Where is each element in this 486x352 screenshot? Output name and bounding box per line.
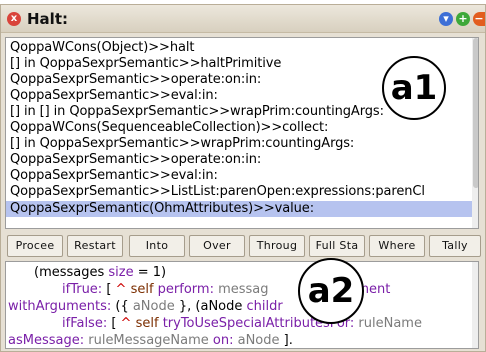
over-button[interactable]: Over [189,235,245,257]
code-token: ^ [120,316,132,331]
code-token: aNode [132,299,175,314]
window-title: Halt: [27,10,68,28]
code-token: self [126,282,158,297]
stack-item-selected[interactable]: QoppaSexprSemantic(OhmAttributes)>>value… [6,201,478,217]
code-token: ruleName [354,316,422,331]
code-token: = 1) [133,265,167,280]
stack-item[interactable]: QoppaSexprSemantic>>operate:on:in: [10,152,261,168]
stack-scrollbar[interactable] [472,38,478,228]
code-line-5: asMessage: ruleMessageName on: aNode ]. [8,332,293,348]
tally-button[interactable]: Tally [429,235,481,257]
code-line-4: ifFalse: [ ^ self tryToUseSpecialAttribu… [62,315,422,332]
stack-item[interactable]: QoppaSexprSemantic>>ListList:parenOpen:e… [10,184,425,200]
stack-item[interactable]: [] in QoppaSexprSemantic>>wrapPrim:count… [10,136,354,152]
code-token: self [131,316,163,331]
collapse-icon[interactable]: − [473,12,485,26]
code-token: childr [246,299,283,314]
stack-item[interactable]: QoppaSexprSemantic>>eval:in: [10,168,218,184]
into-button[interactable]: Into [129,235,185,257]
code-token: (messages [34,265,109,280]
title-bar[interactable]: x Halt: ▾ + − [1,5,485,33]
stack-item[interactable]: QoppaWCons(Object)>>halt [10,40,194,56]
code-line-3: withArguments: ({ aNode }, (aNode childr [8,298,283,315]
stack-item[interactable]: QoppaSexprSemantic>>operate:on:in: [10,72,261,88]
code-token: ^ [115,282,127,297]
through-button[interactable]: Throug [249,235,305,257]
code-token: ({ [111,299,133,314]
code-token: [ [107,316,121,331]
code-token: [ [102,282,116,297]
code-token: ruleMessageName [84,333,213,348]
code-token: messag [213,282,269,297]
debugger-toolbar: Procee Restart Into Over Throug Full Sta… [5,235,483,259]
full-stack-button[interactable]: Full Sta [309,235,365,257]
code-token: }, (aNode [174,299,247,314]
menu-icon[interactable]: ▾ [439,12,453,26]
close-icon[interactable]: x [7,12,21,26]
code-token: on: [212,333,234,348]
annotation-a1: a1 [382,56,446,120]
code-token: asMessage: [8,333,85,348]
code-token: ifFalse: [62,316,108,331]
stack-item[interactable]: [] in [] in QoppaSexprSemantic>>wrapPrim… [10,104,384,120]
code-token: perform: [157,282,214,297]
code-line-1: (messages size = 1) [34,264,166,281]
code-token: ]. [283,333,293,348]
stack-item[interactable]: QoppaSexprSemantic>>eval:in: [10,88,218,104]
expand-icon[interactable]: + [456,12,470,26]
where-button[interactable]: Where [369,235,425,257]
code-token: aNode [233,333,284,348]
code-token: withArguments: [8,299,112,314]
stack-item[interactable]: [] in QoppaSexprSemantic>>haltPrimitive [10,56,281,72]
code-scrollbar[interactable] [472,262,478,348]
stack-scroll-thumb[interactable] [473,38,478,188]
stack-item[interactable]: QoppaWCons(SequenceableCollection)>>coll… [10,120,328,136]
code-token: ifTrue: [62,282,103,297]
restart-button[interactable]: Restart [67,235,123,257]
code-pane[interactable]: (messages size = 1) ifTrue: [ ^ self per… [5,261,479,349]
annotation-a2: a2 [298,258,364,324]
proceed-button[interactable]: Procee [7,235,63,257]
code-token: size [108,265,134,280]
